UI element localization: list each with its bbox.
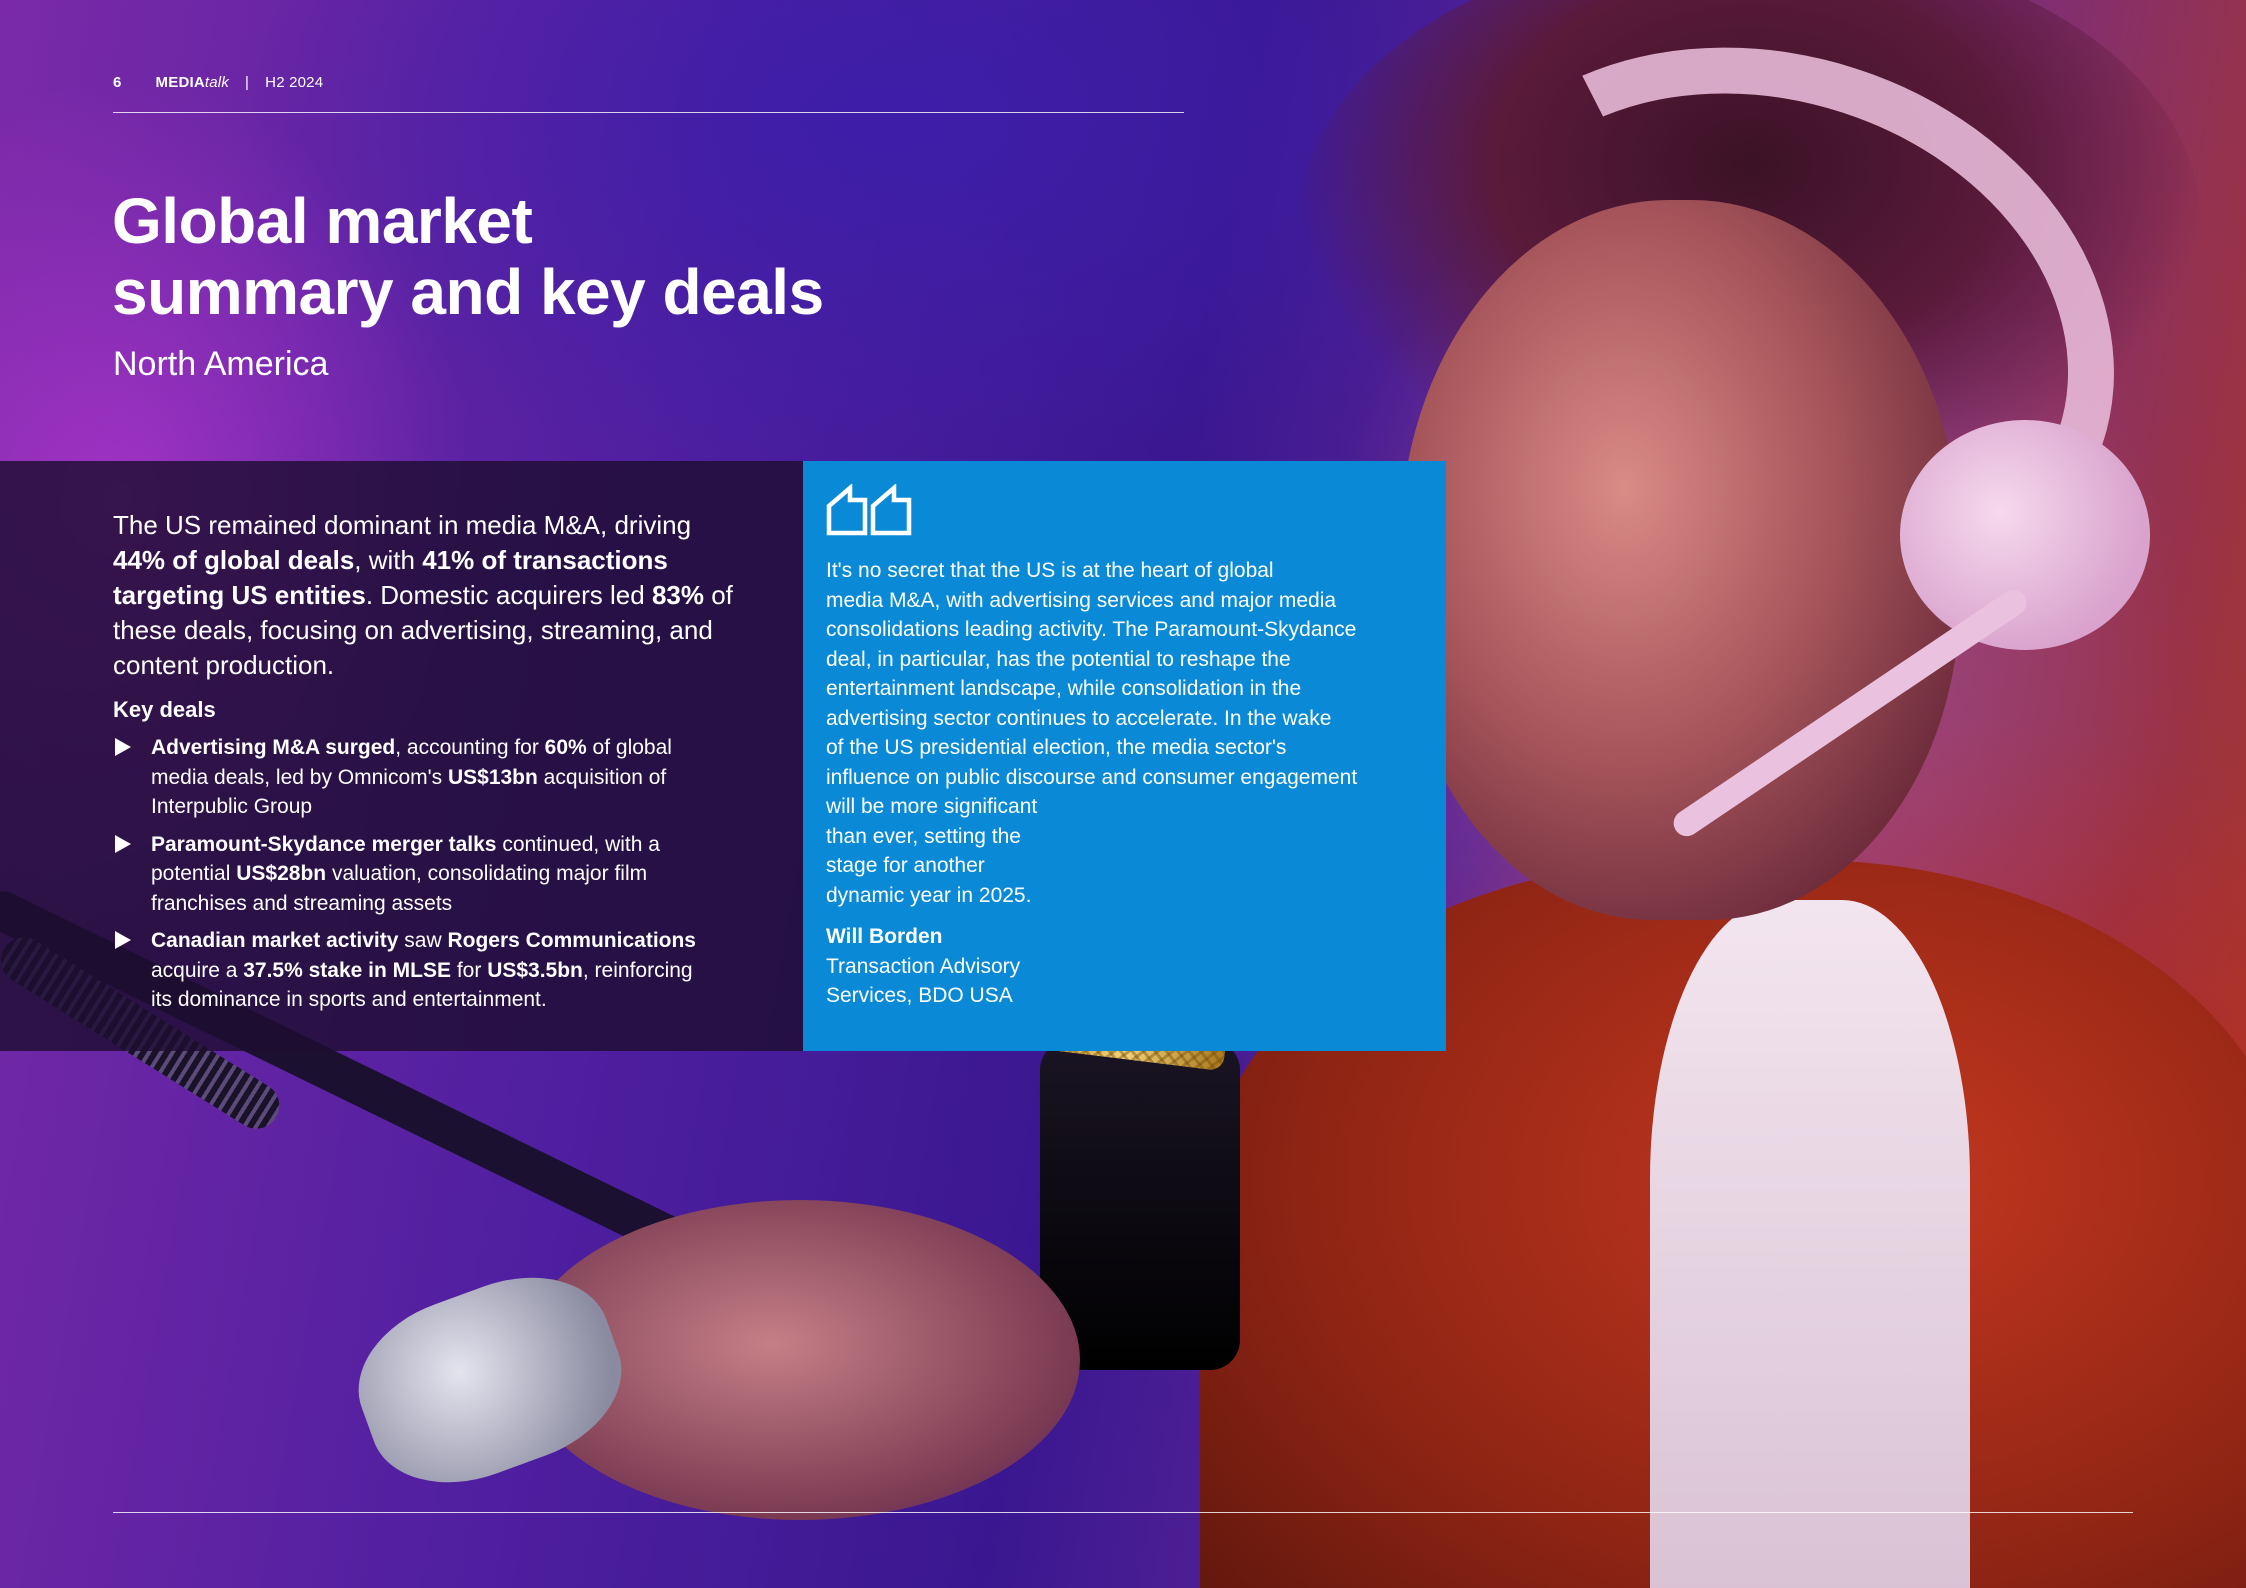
author-title-line-1: Transaction Advisory bbox=[826, 954, 1021, 978]
deal-highlight: US$28bn bbox=[236, 862, 327, 885]
bullet-triangle-icon bbox=[115, 931, 131, 949]
title-line-2: summary and key deals bbox=[112, 256, 824, 328]
deal-text: saw bbox=[398, 929, 448, 952]
deal-highlight: Canadian market activity bbox=[151, 929, 399, 952]
deal-highlight: US$3.5bn bbox=[487, 958, 583, 982]
author-title-line-2: Services, BDO USA bbox=[826, 984, 1013, 1007]
intro-paragraph: The US remained dominant in media M&A, d… bbox=[113, 508, 733, 683]
intro-highlight: 44% of global deals bbox=[113, 545, 355, 575]
key-deals-list: Advertising M&A surged, accounting for 6… bbox=[113, 733, 713, 1023]
title-line-1: Global market bbox=[112, 185, 533, 257]
list-item: Advertising M&A surged, accounting for 6… bbox=[113, 733, 713, 822]
intro-text: , with bbox=[354, 545, 423, 575]
brand-bold: MEDIA bbox=[155, 74, 205, 91]
intro-text: The US remained dominant in media M&A, d… bbox=[113, 510, 692, 540]
deal-highlight: 60% bbox=[544, 736, 587, 759]
quotation-mark-icon bbox=[826, 484, 912, 536]
intro-text: . Domestic acquirers led bbox=[365, 580, 652, 610]
photo-shirt bbox=[1650, 900, 1970, 1588]
deal-highlight: Paramount-Skydance merger talks bbox=[151, 832, 497, 856]
intro-highlight: 83% bbox=[651, 580, 704, 610]
bullet-triangle-icon bbox=[115, 738, 131, 756]
bullet-triangle-icon bbox=[115, 834, 131, 853]
photo-headphone-earcup bbox=[1900, 420, 2150, 650]
deal-text: , accounting for bbox=[395, 736, 545, 759]
page-header: 6 MEDIAtalk | H2 2024 bbox=[113, 74, 323, 91]
page-subtitle: North America bbox=[113, 345, 329, 383]
header-rule bbox=[113, 112, 1184, 113]
deal-highlight: US$13bn bbox=[447, 765, 538, 789]
brand-italic: talk bbox=[204, 74, 230, 91]
footer-rule bbox=[113, 1512, 2133, 1513]
publication-period: H2 2024 bbox=[265, 74, 324, 91]
deal-text: acquire a bbox=[151, 958, 244, 982]
quote-text: It's no secret that the US is at the hea… bbox=[826, 559, 1358, 907]
header-separator: | bbox=[245, 74, 250, 91]
deal-text: for bbox=[451, 958, 488, 982]
key-deals-heading: Key deals bbox=[113, 697, 216, 722]
publication-brand: MEDIAtalk bbox=[156, 74, 230, 91]
list-item: Canadian market activity saw Rogers Comm… bbox=[113, 926, 713, 1015]
list-item: Paramount-Skydance merger talks continue… bbox=[113, 830, 713, 919]
deal-highlight: Advertising M&A surged bbox=[151, 736, 396, 759]
author-name: Will Borden bbox=[826, 925, 943, 948]
page-number: 6 bbox=[113, 74, 122, 91]
page-title: Global market summary and key deals bbox=[112, 186, 872, 328]
deal-highlight: Rogers Communications bbox=[447, 929, 696, 952]
quote-attribution: Will Borden Transaction Advisory Service… bbox=[826, 922, 1020, 1011]
deal-highlight: 37.5% stake in MLSE bbox=[243, 958, 451, 982]
